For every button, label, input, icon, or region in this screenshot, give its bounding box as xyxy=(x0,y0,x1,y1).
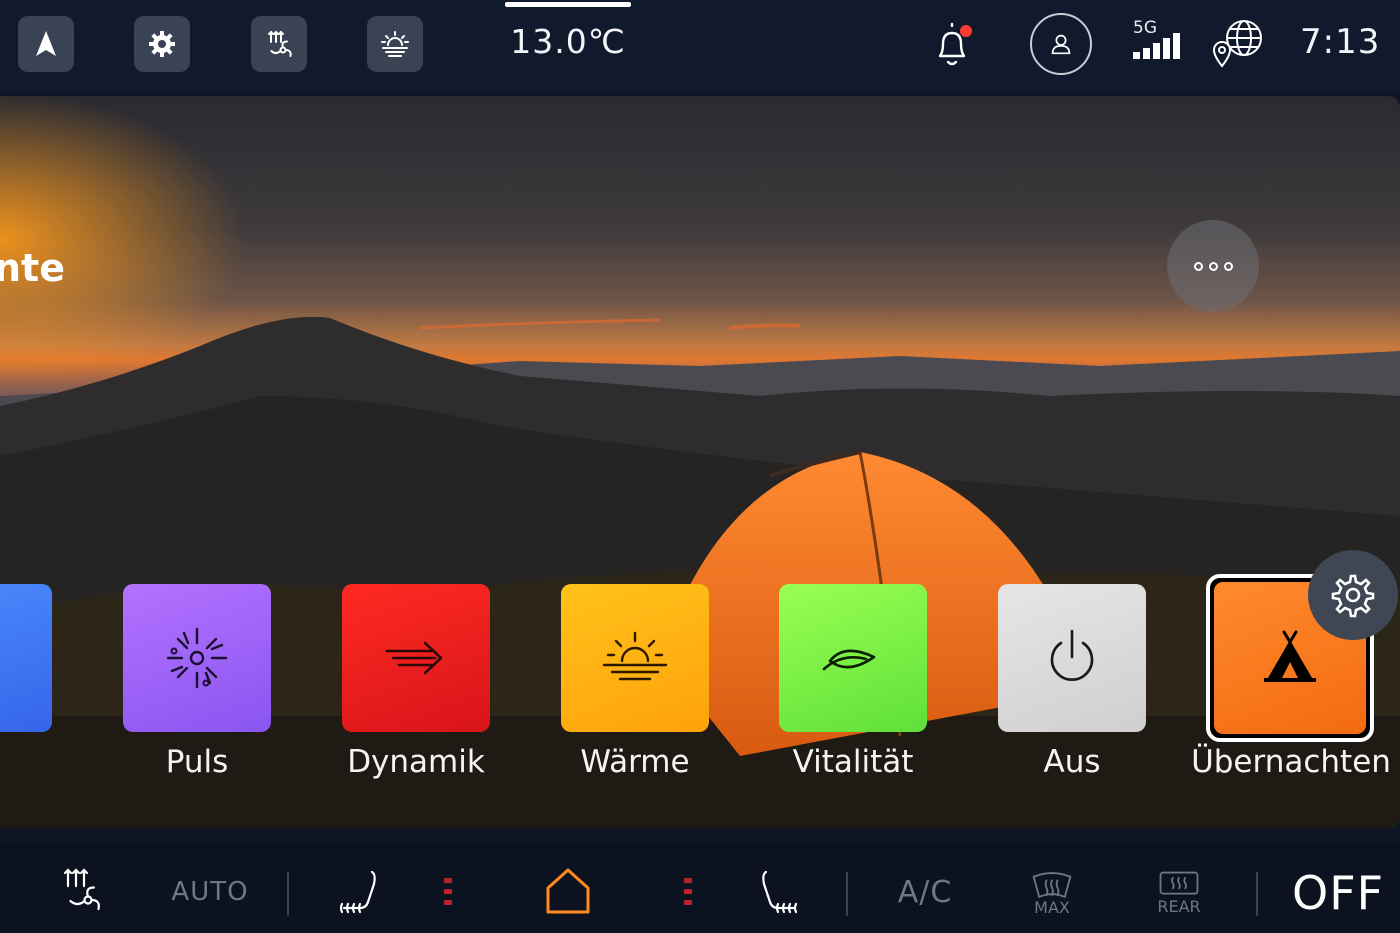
fan-heat-icon xyxy=(268,30,292,57)
outside-temperature: 13.0℃ xyxy=(510,22,626,61)
tile-puls[interactable] xyxy=(123,584,271,732)
location-globe-icon[interactable] xyxy=(1210,18,1266,72)
home-button[interactable] xyxy=(543,866,593,916)
rear-defrost-button[interactable]: REAR xyxy=(1154,866,1204,920)
gear-icon xyxy=(149,31,175,57)
climate-off-button[interactable]: OFF xyxy=(1292,866,1384,920)
page-title: nte xyxy=(0,246,65,290)
home-icon xyxy=(546,868,590,914)
navigation-arrow-icon xyxy=(36,31,56,56)
more-options-button[interactable] xyxy=(1167,220,1259,312)
power-icon xyxy=(1050,629,1094,681)
tent-icon xyxy=(1264,630,1316,682)
tile-vitalitaet[interactable] xyxy=(779,584,927,732)
ambient-light-button[interactable] xyxy=(367,16,423,72)
divider xyxy=(287,872,289,916)
tile-waerme[interactable] xyxy=(561,584,709,732)
navigation-button[interactable] xyxy=(18,16,74,72)
arrow-right-icon xyxy=(385,641,443,675)
climate-fan-button[interactable] xyxy=(251,16,307,72)
seat-heat-left-level xyxy=(444,878,452,911)
tile-settings-button[interactable] xyxy=(1308,550,1398,640)
divider xyxy=(846,872,848,916)
status-bar: 13.0℃ 5G 7:13 xyxy=(0,0,1400,94)
rear-label: REAR xyxy=(1157,897,1201,916)
fan-button[interactable] xyxy=(56,864,108,916)
seat-heat-icon xyxy=(339,870,376,914)
seat-heat-icon xyxy=(762,870,798,914)
gear-icon xyxy=(1331,574,1375,618)
temperature-indicator xyxy=(505,2,631,7)
tile-dynamik[interactable] xyxy=(342,584,490,732)
settings-button[interactable] xyxy=(134,16,190,72)
fokus-icon xyxy=(0,621,15,695)
max-label: MAX xyxy=(1034,898,1070,917)
sunrise-icon xyxy=(381,31,409,57)
clock: 7:13 xyxy=(1300,22,1381,62)
divider xyxy=(1256,872,1258,916)
seat-heat-right-level xyxy=(684,878,692,911)
front-defrost-icon xyxy=(1032,872,1072,899)
burst-icon xyxy=(166,627,228,689)
seat-heat-right-button[interactable] xyxy=(754,868,804,920)
climate-bar: AUTO A/C MAX REAR xyxy=(0,842,1400,933)
notification-bell-icon[interactable] xyxy=(930,20,974,70)
seat-heat-left-button[interactable] xyxy=(334,868,384,920)
tile-aus[interactable] xyxy=(998,584,1146,732)
user-icon xyxy=(1051,34,1071,55)
more-dot-icon xyxy=(1208,261,1218,271)
sunrise-icon xyxy=(602,631,668,681)
more-dot-icon xyxy=(1223,261,1233,271)
signal-strength-icon xyxy=(1133,33,1180,59)
user-profile-button[interactable] xyxy=(1030,13,1092,75)
auto-button[interactable]: AUTO xyxy=(170,872,250,912)
more-dot-icon xyxy=(1193,261,1203,271)
leaf-icon xyxy=(822,649,876,671)
fan-heat-icon xyxy=(63,868,100,911)
rear-defrost-icon xyxy=(1159,871,1199,895)
ac-button[interactable]: A/C xyxy=(890,870,960,914)
tile-fokus[interactable] xyxy=(0,584,52,732)
max-defrost-button[interactable]: MAX xyxy=(1028,868,1076,920)
